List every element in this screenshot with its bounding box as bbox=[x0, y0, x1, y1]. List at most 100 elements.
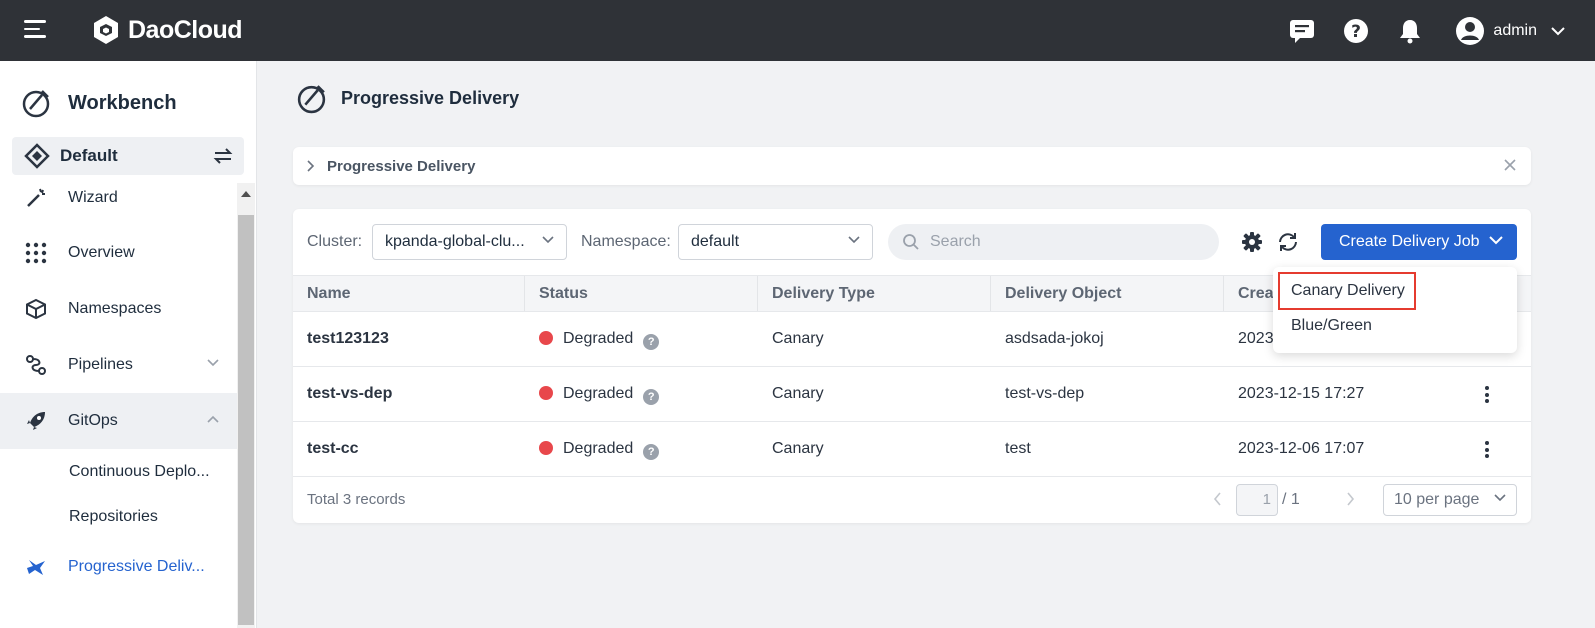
help-icon[interactable]: ? bbox=[643, 389, 660, 405]
prev-page-icon[interactable] bbox=[1213, 492, 1222, 506]
cell-name[interactable]: test-vs-dep bbox=[293, 367, 392, 421]
page-number-input[interactable]: 1 bbox=[1236, 484, 1278, 516]
magic-wand-icon bbox=[24, 186, 48, 210]
info-banner[interactable]: Progressive Delivery bbox=[293, 147, 1531, 185]
close-icon[interactable] bbox=[1503, 158, 1517, 172]
total-records: Total 3 records bbox=[307, 491, 406, 508]
column-header-delivery-type[interactable]: Delivery Type bbox=[758, 276, 991, 311]
chevron-down-icon bbox=[1489, 236, 1503, 245]
page-total: / 1 bbox=[1282, 491, 1300, 508]
bell-icon[interactable] bbox=[1395, 16, 1425, 46]
cell-created: 2023-12-15 17:27 bbox=[1238, 385, 1365, 402]
sidebar-item-namespaces[interactable]: Namespaces bbox=[0, 281, 237, 337]
refresh-icon[interactable] bbox=[1277, 231, 1299, 253]
chevron-down-icon bbox=[542, 236, 554, 244]
status-text: Degraded bbox=[563, 330, 634, 347]
column-header-name[interactable]: Name bbox=[293, 276, 525, 311]
cluster-select[interactable]: kpanda-global-clu... bbox=[372, 224, 567, 260]
swap-icon[interactable] bbox=[212, 146, 234, 166]
table-row[interactable]: test-vs-dep Degraded? Canary test-vs-dep… bbox=[293, 367, 1531, 422]
cell-delivery-type: Canary bbox=[772, 330, 824, 347]
column-header-status[interactable]: Status bbox=[525, 276, 758, 311]
sidebar-item-wizard[interactable]: Wizard bbox=[0, 183, 237, 213]
pipeline-icon bbox=[24, 353, 48, 377]
menu-item-blue-green[interactable]: Blue/Green bbox=[1291, 317, 1372, 335]
sidebar-item-overview[interactable]: Overview bbox=[0, 225, 237, 281]
grid-icon bbox=[24, 241, 48, 265]
create-button-label: Create Delivery Job bbox=[1339, 233, 1480, 250]
menu-item-canary-delivery[interactable]: Canary Delivery bbox=[1278, 272, 1416, 310]
bird-icon bbox=[24, 555, 48, 579]
sidebar-item-continuous-deploy[interactable]: Continuous Deplo... bbox=[0, 449, 237, 494]
namespace-label: Namespace: bbox=[581, 233, 671, 250]
help-icon[interactable]: ? bbox=[643, 444, 660, 460]
workbench-title: Workbench bbox=[20, 87, 177, 119]
delivery-table-card: Cluster: kpanda-global-clu... Namespace:… bbox=[293, 209, 1531, 523]
cell-status: Degraded? bbox=[525, 367, 660, 421]
brand-logo[interactable]: DaoCloud bbox=[90, 14, 243, 46]
cell-delivery-type: Canary bbox=[772, 385, 824, 402]
help-icon[interactable]: ? bbox=[1341, 16, 1371, 46]
cell-delivery-object: asdsada-jokoj bbox=[1005, 330, 1104, 347]
sidebar-item-pipelines[interactable]: Pipelines bbox=[0, 337, 237, 393]
scrollbar-thumb[interactable] bbox=[238, 215, 254, 625]
daocloud-logo-icon bbox=[94, 16, 118, 44]
status-text: Degraded bbox=[563, 385, 634, 402]
workspace-name: Default bbox=[60, 146, 118, 165]
create-delivery-job-button[interactable]: Create Delivery Job bbox=[1321, 224, 1517, 260]
status-dot bbox=[539, 331, 553, 345]
brand-name: DaoCloud bbox=[128, 15, 243, 44]
cell-name[interactable]: test123123 bbox=[293, 312, 389, 366]
status-dot bbox=[539, 386, 553, 400]
chevron-down-icon bbox=[1551, 26, 1565, 35]
help-icon[interactable]: ? bbox=[643, 334, 660, 350]
avatar-icon bbox=[1456, 16, 1485, 45]
page-size-select[interactable]: 10 per page bbox=[1383, 484, 1517, 516]
scroll-up-icon[interactable] bbox=[241, 191, 251, 197]
cell-created: 2023 bbox=[1238, 330, 1274, 347]
cell-status: Degraded? bbox=[525, 312, 660, 366]
cell-delivery-type: Canary bbox=[772, 440, 824, 457]
sidebar-item-label: GitOps bbox=[68, 412, 118, 429]
gear-icon[interactable] bbox=[1241, 231, 1263, 253]
sidebar: Workbench Default Wizard Overview Namesp… bbox=[0, 61, 257, 628]
progressive-delivery-icon bbox=[297, 85, 326, 114]
cube-icon bbox=[24, 297, 48, 321]
page-title-text: Progressive Delivery bbox=[341, 88, 520, 108]
cluster-value: kpanda-global-clu... bbox=[385, 233, 525, 250]
search-placeholder: Search bbox=[930, 233, 981, 250]
sidebar-item-label: Wizard bbox=[68, 189, 118, 206]
sidebar-item-gitops[interactable]: GitOps bbox=[0, 393, 237, 449]
sidebar-item-label: Namespaces bbox=[68, 300, 162, 317]
sidebar-item-label: Repositories bbox=[69, 507, 158, 525]
sidebar-nav: Wizard Overview Namespaces Pipelines Git… bbox=[0, 183, 237, 595]
table-toolbar: Cluster: kpanda-global-clu... Namespace:… bbox=[293, 209, 1531, 275]
cell-name[interactable]: test-cc bbox=[293, 422, 359, 476]
table-row[interactable]: test-cc Degraded? Canary test 2023-12-06… bbox=[293, 422, 1531, 477]
more-actions-icon[interactable] bbox=[1485, 386, 1489, 406]
sidebar-item-progressive-delivery[interactable]: Progressive Deliv... bbox=[0, 539, 237, 595]
status-dot bbox=[539, 441, 553, 455]
rocket-icon bbox=[24, 409, 48, 433]
namespace-select[interactable]: default bbox=[678, 224, 873, 260]
svg-text:?: ? bbox=[1351, 22, 1361, 42]
sidebar-item-repositories[interactable]: Repositories bbox=[0, 494, 237, 539]
column-header-delivery-object[interactable]: Delivery Object bbox=[991, 276, 1224, 311]
namespace-value: default bbox=[691, 233, 740, 250]
user-menu[interactable]: admin bbox=[1455, 16, 1565, 46]
next-page-icon[interactable] bbox=[1346, 492, 1355, 506]
sidebar-scrollbar[interactable] bbox=[237, 183, 255, 628]
more-actions-icon[interactable] bbox=[1485, 441, 1489, 461]
workspace-switcher[interactable]: Default bbox=[12, 137, 244, 175]
status-text: Degraded bbox=[563, 440, 634, 457]
chevron-down-icon bbox=[207, 359, 219, 367]
cell-delivery-object: test bbox=[1005, 440, 1031, 457]
search-input[interactable]: Search bbox=[888, 224, 1219, 260]
chevron-up-icon bbox=[207, 415, 219, 423]
create-job-dropdown: Canary Delivery Blue/Green bbox=[1273, 267, 1517, 353]
menu-icon[interactable] bbox=[24, 20, 46, 40]
cell-created: 2023-12-06 17:07 bbox=[1238, 440, 1365, 457]
message-icon[interactable] bbox=[1287, 16, 1317, 46]
chevron-right-icon[interactable] bbox=[307, 160, 315, 172]
cell-delivery-object: test-vs-dep bbox=[1005, 385, 1085, 402]
